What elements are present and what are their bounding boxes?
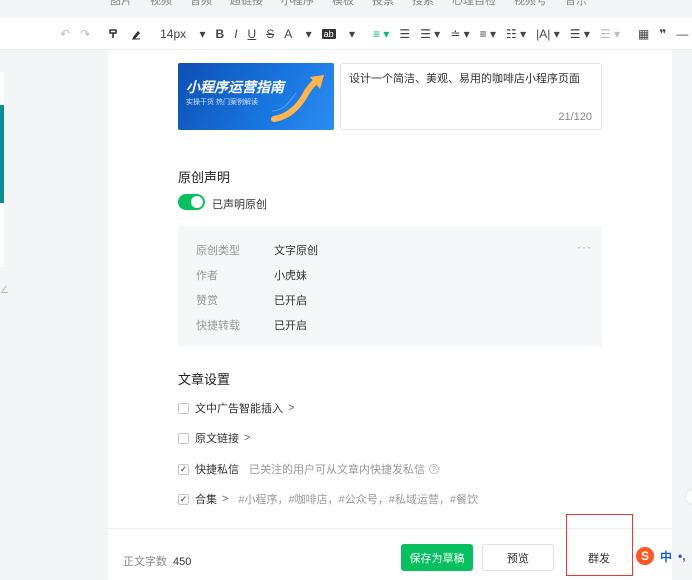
italic-button[interactable]: I (234, 27, 237, 41)
summary-text: 设计一个简洁、美观、易用的咖啡店小程序页面 (349, 73, 580, 85)
insert-menu-item[interactable]: 小程序 (281, 0, 314, 8)
insert-menu: 图片 视频 音频 超链接 小程序 模板 投票 搜索 心理自检 视频号 音乐 (110, 0, 587, 8)
original-section-title: 原创声明 (178, 170, 231, 185)
save-draft-button[interactable]: 保存为草稿 (401, 544, 473, 571)
quick-message-hint: 已关注的用户可从文章内快捷发私信 (249, 464, 425, 476)
info-key: 原创类型 (196, 245, 240, 257)
format-toolbar: ↶ ↷ 14px ▾ B I U S A ▾ ab ▾ ≡ ▾ ☰ ☰ ▾ ≐ … (0, 18, 692, 50)
info-value: 文字原创 (274, 245, 318, 257)
cover-subtitle: 实操干货 热门案例解读 (186, 99, 258, 106)
format-painter-icon[interactable] (108, 28, 120, 40)
paragraph-spacing-icon[interactable]: ≡ ▾ (480, 27, 496, 41)
insert-menu-item[interactable]: 投票 (372, 0, 394, 8)
info-key: 快捷转载 (196, 320, 240, 332)
article-settings-panel: 小程序运营指南 实操干货 热门案例解读 设计一个简洁、美观、易用的咖啡店小程序页… (108, 50, 672, 530)
redo-icon[interactable]: ↷ (80, 27, 90, 41)
article-settings-title: 文章设置 (178, 372, 231, 387)
font-size-select[interactable]: 14px ▾ (160, 27, 205, 41)
quick-message-option[interactable]: ✓ 快捷私信 已关注的用户可从文章内快捷发私信 ? (178, 461, 439, 477)
collection-label: 合集 (195, 494, 217, 506)
original-toggle[interactable] (178, 194, 205, 210)
insert-menu-item[interactable]: 视频 (150, 0, 172, 8)
source-link-label: 原文链接 (195, 433, 239, 445)
insert-menu-item[interactable]: 模板 (332, 0, 354, 8)
collection-option[interactable]: ✓ 合集 > #小程序，#咖啡店，#公众号，#私域运营，#餐饮 (178, 491, 478, 507)
info-row-repost: 快捷转载 已开启 (196, 317, 307, 333)
insert-menu-item[interactable]: 图片 (110, 0, 132, 8)
info-key: 赞赏 (196, 295, 218, 307)
left-panel-mark: ∠ (0, 285, 9, 296)
insert-menu-item[interactable]: 搜索 (412, 0, 434, 8)
ad-insert-checkbox[interactable] (178, 402, 189, 414)
word-count: 正文字数 450 (123, 553, 191, 569)
background-color-button[interactable]: ab ▾ (321, 27, 355, 41)
ad-insert-option[interactable]: 文中广告智能插入 > (178, 400, 294, 416)
chevron-right-icon: > (244, 432, 251, 444)
info-row-reward: 赞赏 已开启 (196, 292, 307, 308)
indent-icon[interactable]: ☰ (399, 27, 410, 41)
font-color-label: A (284, 26, 293, 41)
letter-spacing-icon[interactable]: |A| ▾ (536, 27, 560, 41)
align-center-icon[interactable]: ≡ ▾ (373, 27, 389, 41)
insert-menu-item[interactable]: 音频 (190, 0, 212, 8)
scroll-indicator[interactable] (686, 490, 692, 504)
info-row-type: 原创类型 文字原创 (196, 242, 318, 258)
growth-arrow-icon (271, 75, 324, 122)
ad-insert-label: 文中广告智能插入 (195, 403, 283, 415)
highlight-box (566, 514, 633, 576)
word-count-label: 正文字数 (123, 556, 167, 568)
strikethrough-button[interactable]: S (266, 27, 274, 41)
insert-menu-bar: 图片 视频 音频 超链接 小程序 模板 投票 搜索 心理自检 视频号 音乐 (0, 0, 692, 10)
chevron-right-icon: > (222, 493, 229, 505)
original-toggle-label: 已声明原创 (212, 199, 267, 211)
line-height-icon[interactable]: ≐ ▾ (450, 27, 469, 41)
undo-icon[interactable]: ↶ (60, 27, 70, 41)
underline-button[interactable]: U (248, 27, 257, 41)
ime-indicator[interactable]: S 中 •, (636, 546, 686, 566)
list-icon[interactable]: ☰ ▾ (570, 27, 590, 41)
font-size-value: 14px (160, 26, 187, 41)
insert-menu-item[interactable]: 超链接 (230, 0, 263, 8)
clear-format-icon[interactable] (130, 28, 142, 40)
collection-checkbox[interactable]: ✓ (178, 493, 189, 505)
horizontal-rule-icon[interactable]: — (676, 27, 688, 41)
ime-mode: 中 (660, 549, 673, 564)
ime-punct: •, (678, 549, 686, 563)
source-link-checkbox[interactable] (178, 432, 189, 444)
collection-tags: #小程序，#咖啡店，#公众号，#私域运营，#餐饮 (238, 494, 479, 506)
help-icon[interactable]: ? (429, 464, 439, 474)
disabled-list-icon: ☰ ▾ (599, 26, 620, 41)
original-info-box: ··· 原创类型 文字原创 作者 小虎妹 赞赏 已开启 快捷转载 已开启 (178, 226, 602, 346)
source-link-option[interactable]: 原文链接 > (178, 430, 250, 446)
cover-image[interactable]: 小程序运营指南 实操干货 热门案例解读 (178, 63, 334, 130)
info-value: 已开启 (274, 295, 307, 307)
info-row-author: 作者 小虎妹 (196, 267, 307, 283)
insert-menu-item[interactable]: 视频号 (514, 0, 547, 8)
info-value: 小虎妹 (274, 270, 307, 282)
first-indent-icon[interactable]: ☷ ▾ (506, 27, 526, 41)
summary-char-count: 21/120 (558, 111, 592, 123)
word-count-value: 450 (173, 556, 192, 568)
insert-menu-item[interactable]: 音乐 (565, 0, 587, 8)
outdent-icon[interactable]: ☰ ▾ (420, 27, 440, 41)
quick-message-label: 快捷私信 (195, 464, 239, 476)
quote-icon[interactable]: ❞ (659, 27, 666, 41)
preview-button[interactable]: 预览 (482, 544, 554, 571)
quick-message-checkbox[interactable]: ✓ (178, 463, 189, 475)
insert-menu-item[interactable]: 心理自检 (452, 0, 496, 8)
left-panel-accent (0, 105, 4, 203)
font-color-button[interactable]: A ▾ (284, 27, 311, 41)
summary-textarea[interactable]: 设计一个简洁、美观、易用的咖啡店小程序页面 21/120 (340, 63, 602, 130)
info-key: 作者 (196, 270, 218, 282)
bg-color-label: ab (321, 28, 336, 39)
table-icon[interactable]: ▦ (638, 27, 649, 41)
bold-button[interactable]: B (216, 27, 225, 41)
more-options-icon[interactable]: ··· (577, 240, 592, 254)
chevron-right-icon: > (288, 402, 295, 414)
info-value: 已开启 (274, 320, 307, 332)
ime-logo-icon: S (636, 547, 654, 565)
